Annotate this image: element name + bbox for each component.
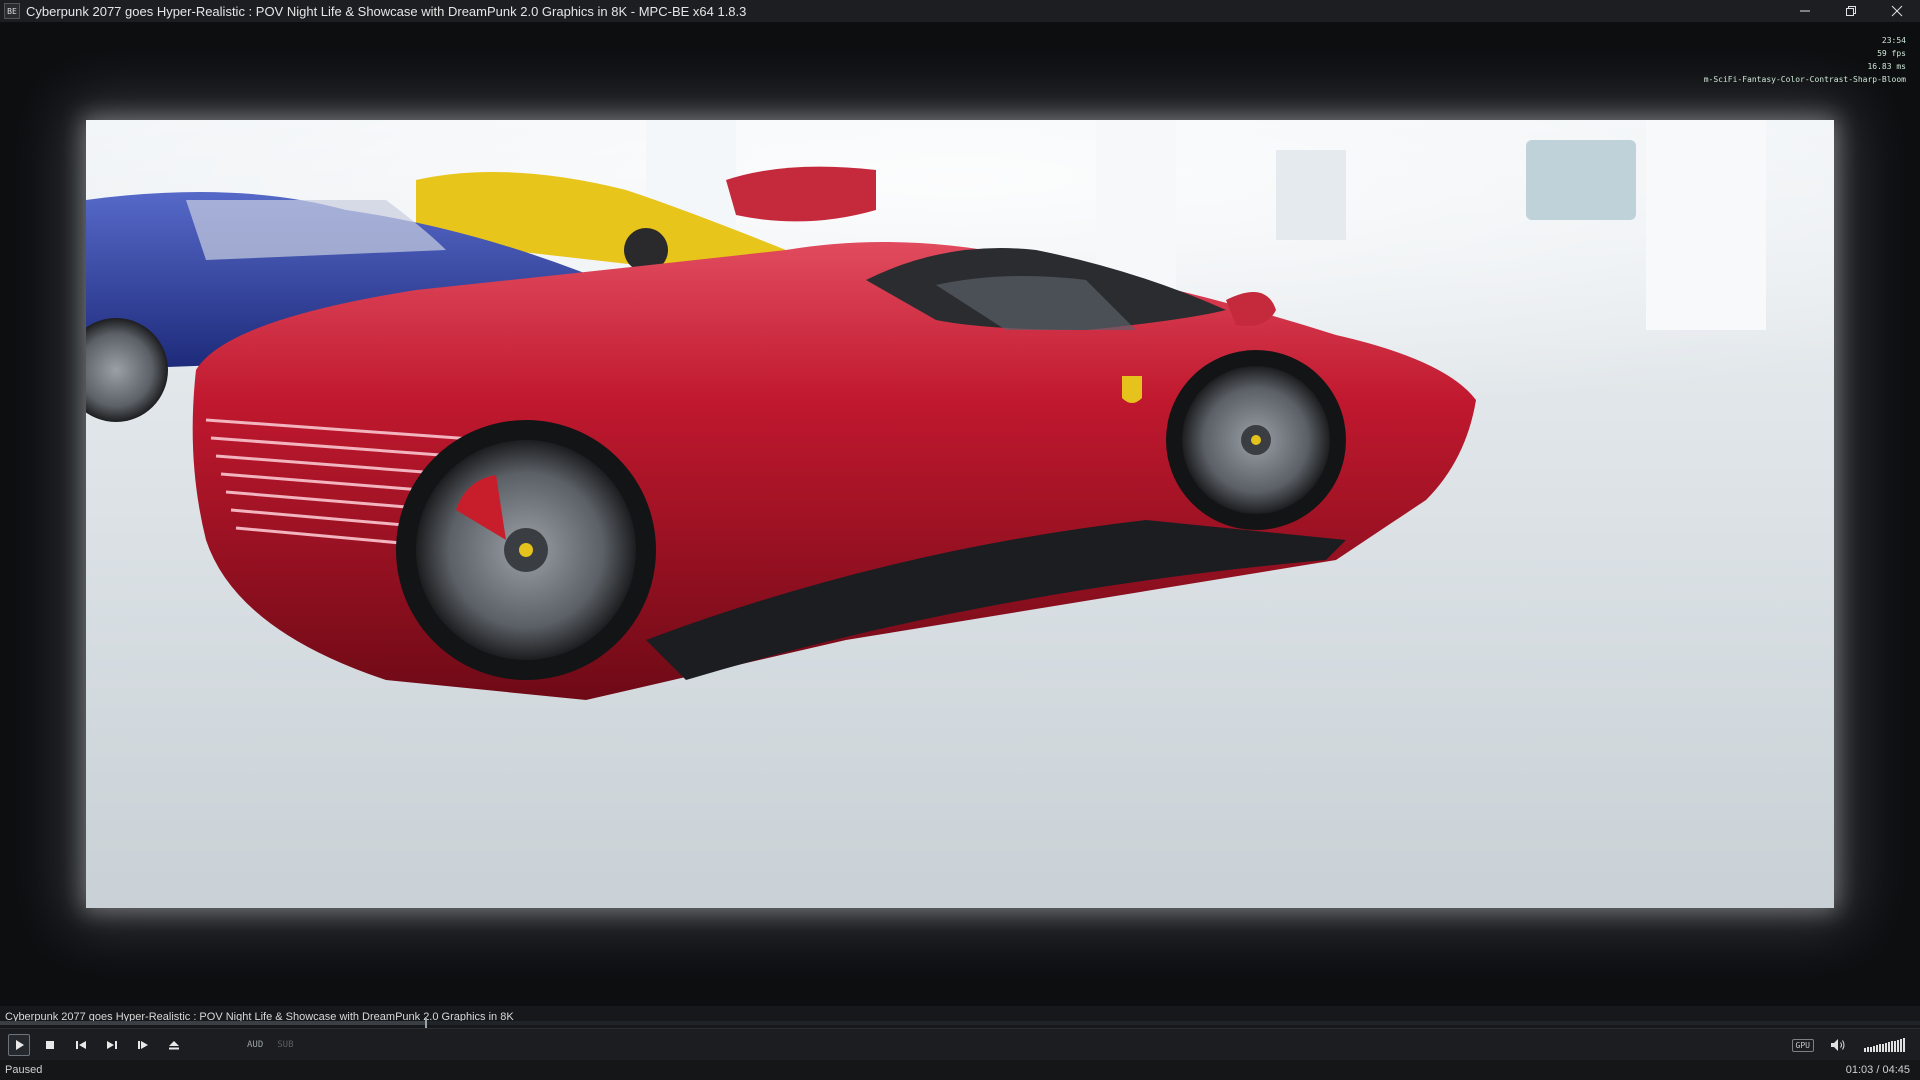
seek-bar[interactable] bbox=[0, 1018, 1920, 1028]
seek-fill bbox=[0, 1021, 426, 1025]
frame-step-icon[interactable] bbox=[132, 1034, 154, 1056]
seek-thumb[interactable] bbox=[424, 1018, 427, 1028]
volume-bar bbox=[1885, 1042, 1887, 1052]
volume-bar bbox=[1903, 1038, 1905, 1052]
minimize-icon[interactable] bbox=[1782, 0, 1828, 22]
volume-bar bbox=[1900, 1039, 1902, 1052]
title-bar[interactable]: BE Cyberpunk 2077 goes Hyper-Realistic :… bbox=[0, 0, 1920, 22]
app-icon-label: BE bbox=[7, 6, 17, 16]
window-controls bbox=[1782, 0, 1920, 22]
volume-bar bbox=[1870, 1046, 1872, 1052]
restore-icon[interactable] bbox=[1828, 0, 1874, 22]
right-controls: GPU bbox=[1791, 1029, 1906, 1061]
video-frame[interactable] bbox=[86, 120, 1834, 908]
osd-time: 23:54 bbox=[1881, 36, 1906, 45]
volume-slider[interactable] bbox=[1864, 1038, 1906, 1052]
eject-icon[interactable] bbox=[163, 1034, 185, 1056]
osd-stats: 23:54 59 fps 16.83 ms m-SciFi-Fantasy-Co… bbox=[1704, 34, 1906, 86]
playback-state: Paused bbox=[5, 1064, 43, 1076]
app-icon[interactable]: BE bbox=[4, 3, 20, 19]
speaker-icon[interactable] bbox=[1830, 1036, 1848, 1054]
play-icon[interactable] bbox=[8, 1033, 30, 1056]
volume-bar bbox=[1882, 1043, 1884, 1052]
volume-bar bbox=[1888, 1042, 1890, 1052]
playback-time: 01:03 / 04:45 bbox=[1845, 1064, 1910, 1076]
volume-bar bbox=[1891, 1041, 1893, 1052]
osd-frame-time: 16.83 ms bbox=[1867, 62, 1906, 71]
skip-back-icon[interactable] bbox=[70, 1034, 92, 1056]
close-icon[interactable] bbox=[1874, 0, 1920, 22]
volume-bar bbox=[1879, 1044, 1881, 1052]
osd-shader: m-SciFi-Fantasy-Color-Contrast-Sharp-Blo… bbox=[1703, 75, 1906, 84]
status-bar: Paused 01:03 / 04:45 bbox=[0, 1060, 1920, 1080]
volume-bar bbox=[1867, 1047, 1869, 1052]
volume-bar bbox=[1894, 1040, 1896, 1052]
video-scene bbox=[86, 120, 1834, 908]
skip-forward-icon[interactable] bbox=[101, 1034, 123, 1056]
audio-track-button[interactable]: AUD bbox=[247, 1040, 263, 1050]
volume-bar bbox=[1897, 1039, 1899, 1052]
osd-fps: 59 fps bbox=[1877, 49, 1906, 58]
gpu-badge[interactable]: GPU bbox=[1791, 1038, 1814, 1052]
control-bar: AUD SUB GPU bbox=[0, 1028, 1920, 1060]
volume-bar bbox=[1873, 1045, 1875, 1052]
window-title: Cyberpunk 2077 goes Hyper-Realistic : PO… bbox=[26, 3, 747, 19]
video-area[interactable]: 23:54 59 fps 16.83 ms m-SciFi-Fantasy-Co… bbox=[0, 22, 1920, 1006]
volume-bar bbox=[1864, 1048, 1866, 1052]
subtitle-track-button[interactable]: SUB bbox=[277, 1040, 293, 1050]
stop-icon[interactable] bbox=[39, 1034, 61, 1056]
volume-bar bbox=[1876, 1045, 1878, 1052]
